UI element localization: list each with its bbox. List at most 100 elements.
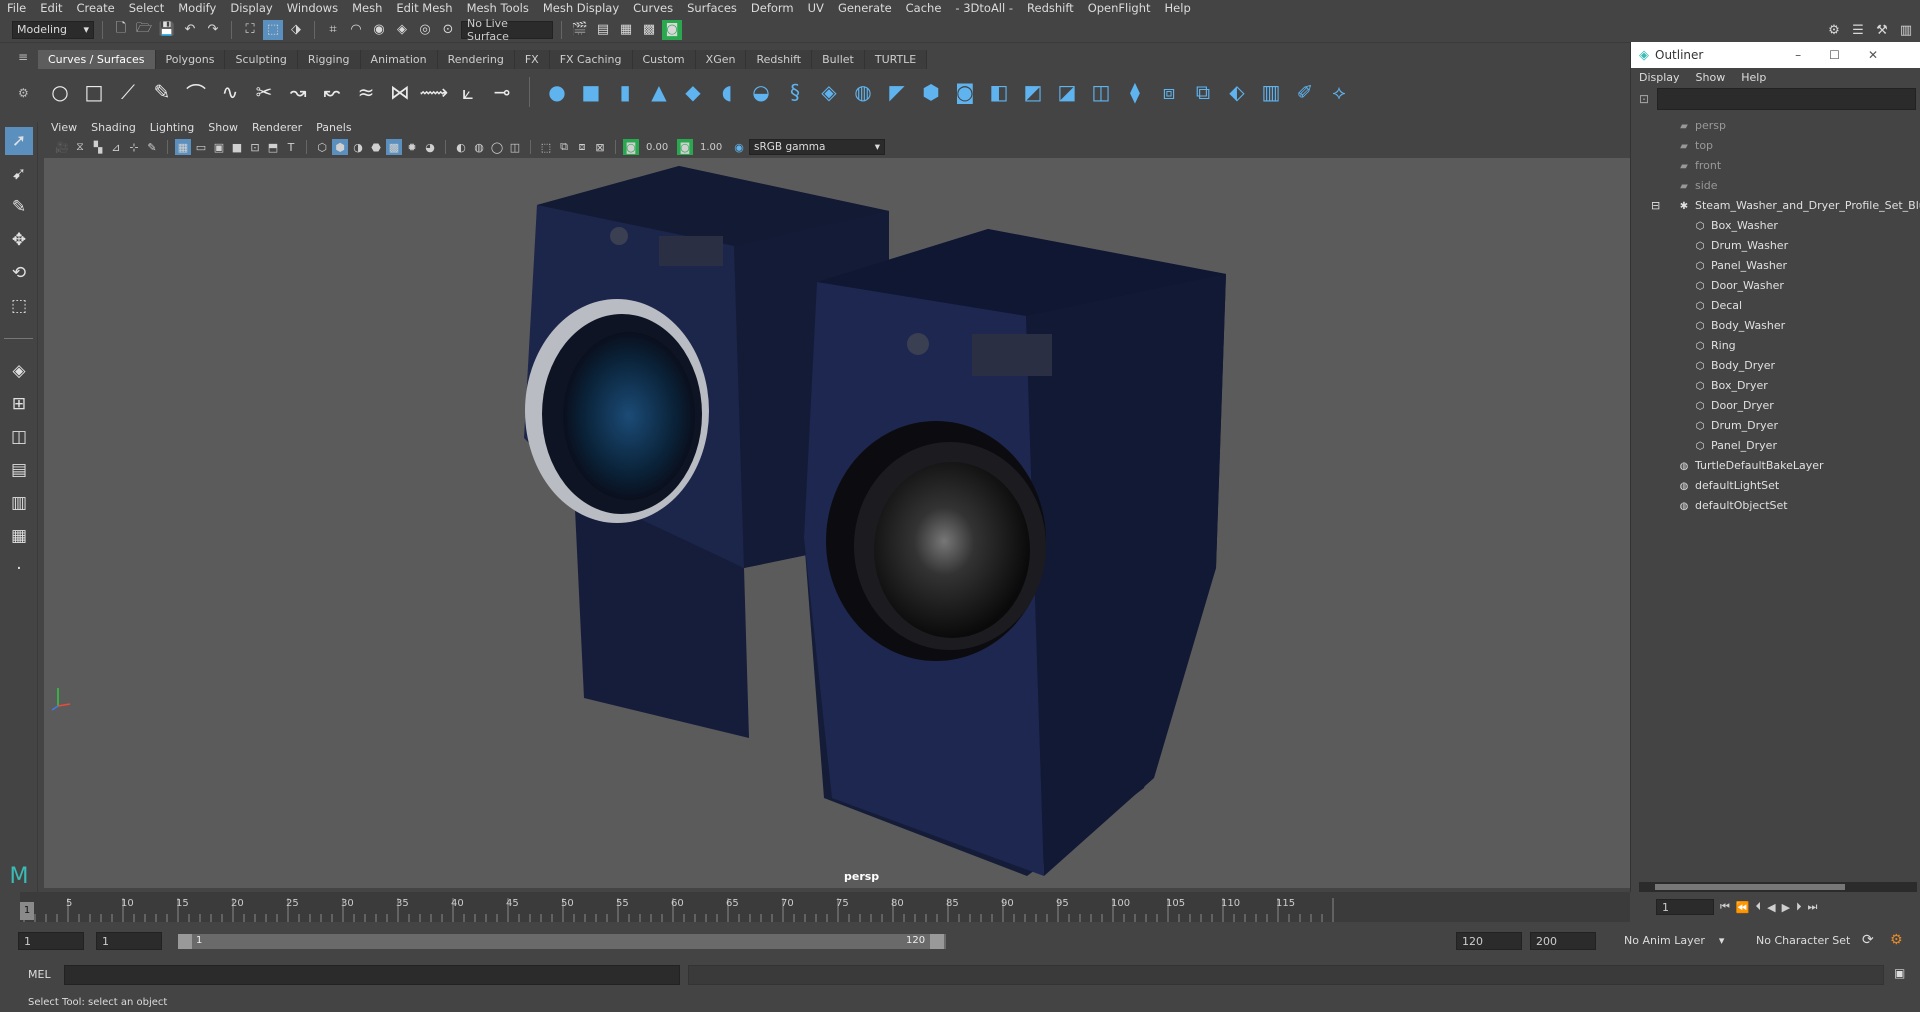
planar-icon[interactable]: ◈ — [817, 80, 841, 104]
anim-preferences-icon[interactable]: ⚙ — [1890, 932, 1903, 948]
outliner-menu-show[interactable]: Show — [1688, 71, 1734, 84]
square-surface-icon[interactable]: ◧ — [987, 80, 1011, 104]
lock-camera-icon[interactable]: ⧖ — [72, 139, 88, 155]
more-layouts-icon[interactable]: · — [5, 555, 33, 583]
outliner-item[interactable]: ⬡ Panel_Washer — [1631, 256, 1920, 276]
menu-openflight[interactable]: OpenFlight — [1081, 0, 1158, 17]
panel-menu-show[interactable]: Show — [201, 121, 245, 134]
scrollbar-thumb[interactable] — [1655, 884, 1845, 890]
attach-curve-icon[interactable]: ↝ — [286, 80, 310, 104]
outliner-item[interactable]: ⬡ Body_Dryer — [1631, 356, 1920, 376]
undo-icon[interactable]: ↶ — [180, 20, 200, 40]
trim-tool-icon[interactable]: ◩ — [1021, 80, 1045, 104]
menu-mesh[interactable]: Mesh — [345, 0, 389, 17]
lasso-tool-icon[interactable]: ➹ — [5, 160, 33, 188]
menu-deform[interactable]: Deform — [744, 0, 801, 17]
playback-end-field[interactable]: 120 — [1456, 932, 1522, 950]
textured-icon[interactable]: ▩ — [386, 139, 402, 155]
outliner-item[interactable]: ⬡ Door_Dryer — [1631, 396, 1920, 416]
convert-nurbs-icon[interactable]: ⟡ — [1327, 80, 1351, 104]
workspace-menu[interactable]: Modeling ▾ — [12, 20, 94, 39]
bevel-plus-icon[interactable]: ⬢ — [919, 80, 943, 104]
menu-edit[interactable]: Edit — [33, 0, 69, 17]
fillet-curve-icon[interactable]: ⟀ — [456, 80, 480, 104]
nurbs-cone-icon[interactable]: ▲ — [647, 80, 671, 104]
project-curve-icon[interactable]: ⧫ — [1123, 80, 1147, 104]
shelf-settings-icon[interactable]: ⚙ — [18, 86, 36, 106]
panel-menu-lighting[interactable]: Lighting — [143, 121, 201, 134]
snap-curve-icon[interactable]: ◠ — [346, 20, 366, 40]
bookmark-icon[interactable]: ▚ — [90, 139, 106, 155]
wireframe-on-shaded-icon[interactable]: ⬣ — [368, 139, 384, 155]
anim-layer-menu[interactable]: No Anim Layer ▾ — [1624, 934, 1734, 947]
snap-surface-icon[interactable]: ⊙ — [438, 20, 458, 40]
outliner-item[interactable]: ⬡ Body_Washer — [1631, 316, 1920, 336]
outliner-item[interactable]: ⬡ Box_Dryer — [1631, 376, 1920, 396]
play-forwards-icon[interactable]: ▶ — [1782, 901, 1790, 914]
menu-3dtoall[interactable]: - 3DtoAll - — [948, 0, 1020, 17]
gamma-icon[interactable]: ◙ — [677, 139, 693, 155]
shadows-icon[interactable]: ◕ — [422, 139, 438, 155]
view-transform-dropdown[interactable]: sRGB gamma ▾ — [749, 139, 885, 155]
live-surface-field[interactable]: No Live Surface — [461, 17, 553, 43]
insert-isoparm-icon[interactable]: ▥ — [1259, 80, 1283, 104]
menu-modify[interactable]: Modify — [171, 0, 223, 17]
hypershade-icon[interactable]: ▩ — [639, 20, 659, 40]
command-input[interactable] — [64, 965, 680, 985]
sculpt-geometry-icon[interactable]: ✐ — [1293, 80, 1317, 104]
outliner-search-input[interactable] — [1657, 88, 1916, 110]
character-set-menu[interactable]: No Character Set — [1756, 934, 1866, 947]
bezier-curve-icon[interactable]: ∿ — [218, 80, 242, 104]
range-end-handle[interactable] — [930, 934, 944, 949]
shelf-tab-redshift[interactable]: Redshift — [746, 50, 813, 69]
menu-windows[interactable]: Windows — [280, 0, 345, 17]
exposure-icon[interactable]: ◙ — [623, 139, 639, 155]
new-scene-icon[interactable]: 🗋 — [111, 20, 131, 40]
open-close-curve-icon[interactable]: ⊸ — [490, 80, 514, 104]
menu-curves[interactable]: Curves — [626, 0, 680, 17]
safe-title-icon[interactable]: T — [283, 139, 299, 155]
xray-icon[interactable]: ⧉ — [556, 139, 572, 155]
minimize-icon[interactable]: – — [1795, 48, 1829, 62]
render-frame-icon[interactable]: 🎬 — [570, 20, 590, 40]
pencil-curve-icon[interactable]: ✎ — [150, 80, 174, 104]
menu-display[interactable]: Display — [223, 0, 279, 17]
paint-select-icon[interactable]: ✎ — [5, 193, 33, 221]
snap-live-icon[interactable]: ◎ — [415, 20, 435, 40]
loft-icon[interactable]: § — [783, 80, 807, 104]
attribute-editor-icon[interactable]: ☰ — [1848, 20, 1868, 40]
intersect-surface-icon[interactable]: ◫ — [1089, 80, 1113, 104]
outliner-item[interactable]: ⬡ Panel_Dryer — [1631, 436, 1920, 456]
shelf-tab-turtle[interactable]: TURTLE — [864, 50, 928, 69]
shelf-tab-animation[interactable]: Animation — [360, 50, 438, 69]
channel-box-icon[interactable]: ▥ — [1896, 20, 1916, 40]
use-all-lights-icon[interactable]: ✹ — [404, 139, 420, 155]
untrim-icon[interactable]: ◪ — [1055, 80, 1079, 104]
outliner-set[interactable]: ◍ defaultObjectSet — [1631, 496, 1920, 516]
shelf-menu-icon[interactable]: ≡ — [18, 50, 36, 70]
persp-uv-layout-icon[interactable]: ▦ — [5, 522, 33, 550]
shelf-tab-sculpting[interactable]: Sculpting — [225, 50, 298, 69]
menu-file[interactable]: File — [0, 0, 33, 17]
2d-pan-zoom-icon[interactable]: ⊹ — [126, 139, 142, 155]
extend-curve-icon[interactable]: ⟿ — [420, 80, 449, 104]
open-scene-icon[interactable]: 🗁 — [134, 20, 154, 40]
snap-plane-icon[interactable]: ◈ — [392, 20, 412, 40]
revolve-icon[interactable]: ◒ — [749, 80, 773, 104]
outliner-camera-persp[interactable]: ▰ persp — [1631, 116, 1920, 136]
outliner-scrollbar[interactable] — [1639, 882, 1917, 892]
auto-key-icon[interactable]: ⟳ — [1862, 932, 1874, 948]
xray-joints-icon[interactable]: ⊠ — [592, 139, 608, 155]
select-component-icon[interactable]: ⬗ — [286, 20, 306, 40]
maximize-icon[interactable]: ☐ — [1829, 48, 1868, 62]
menu-uv[interactable]: UV — [801, 0, 831, 17]
menu-redshift[interactable]: Redshift — [1020, 0, 1081, 17]
outliner-item[interactable]: ⬡ Drum_Dryer — [1631, 416, 1920, 436]
birail-icon[interactable]: ◤ — [885, 80, 909, 104]
step-back-frame-icon[interactable]: ⏴ — [1756, 900, 1762, 914]
shelf-tab-rendering[interactable]: Rendering — [437, 50, 515, 69]
menu-cache[interactable]: Cache — [899, 0, 949, 17]
nurbs-sphere-icon[interactable]: ● — [545, 80, 569, 104]
outliner-item[interactable]: ⬡ Ring — [1631, 336, 1920, 356]
rebuild-curve-icon[interactable]: ≈ — [354, 80, 378, 104]
